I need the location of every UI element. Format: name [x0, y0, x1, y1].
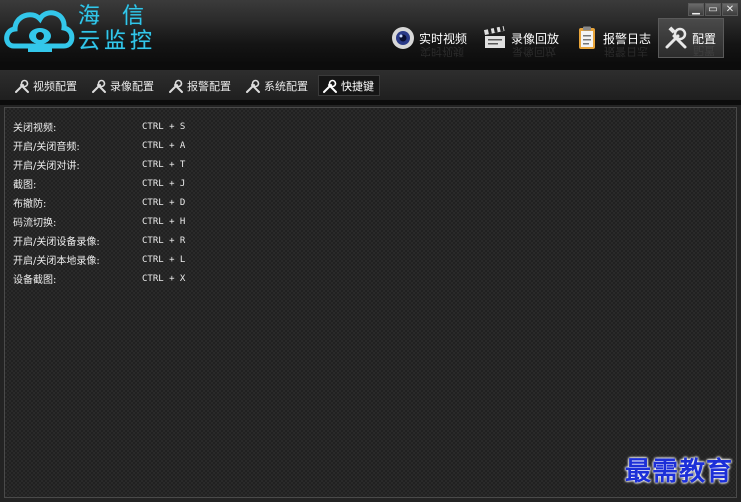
shortcut-key: CTRL + J — [142, 178, 186, 189]
shortcut-label: 开启/关闭本地录像: — [13, 256, 100, 267]
nav-playback-reflection: 录像回放 — [512, 45, 556, 58]
tab-shortcuts-label: 快捷键 — [341, 79, 374, 93]
tools-icon — [15, 79, 29, 93]
nav-alarm-log-reflection: 报警日志 — [604, 45, 648, 58]
shortcut-row: 设备截图: CTRL + X — [13, 269, 185, 288]
config-subtab-bar: 视频配置 录像配置 报警配置 系统配置 快捷键 — [0, 70, 741, 100]
shortcut-label: 截图: — [13, 180, 37, 191]
shortcut-label: 布撤防: — [13, 199, 47, 210]
nav-live-video[interactable]: 实时视频 实时视频 — [386, 18, 478, 58]
tab-alarm-config-label: 报警配置 — [187, 79, 231, 93]
logo-title-line2: 云监控 — [78, 29, 157, 54]
tools-icon — [92, 79, 106, 93]
nav-alarm-log[interactable]: 报警日志 报警日志 — [570, 18, 658, 58]
shortcut-label: 设备截图: — [13, 275, 57, 286]
tab-record-config-label: 录像配置 — [110, 79, 154, 93]
shortcut-key: CTRL + L — [142, 254, 186, 265]
cloud-camera-logo-icon — [4, 10, 75, 52]
shortcut-row: 开启/关闭设备录像: CTRL + R — [13, 231, 185, 250]
shortcut-label: 码流切换: — [13, 218, 57, 229]
clapperboard-icon — [483, 25, 505, 48]
shortcut-label: 关闭视频: — [13, 123, 57, 134]
toolbar-divider — [0, 100, 741, 105]
nav-live-video-label: 实时视频 — [419, 31, 468, 46]
shortcut-row: 关闭视频: CTRL + S — [13, 117, 185, 136]
restore-button[interactable]: ▭ — [705, 3, 721, 16]
tab-system-config-label: 系统配置 — [264, 79, 308, 93]
tab-video-config-label: 视频配置 — [33, 79, 77, 93]
tools-icon — [246, 79, 260, 93]
camera-lens-icon — [392, 27, 414, 49]
header-divider — [0, 62, 741, 70]
shortcut-row: 布撤防: CTRL + D — [13, 193, 185, 212]
shortcut-row: 开启/关闭音频: CTRL + A — [13, 136, 185, 155]
nav-alarm-log-label: 报警日志 — [603, 31, 652, 46]
window-controls: ▁ ▭ ✕ — [688, 3, 738, 16]
minimize-button[interactable]: ▁ — [688, 3, 704, 16]
shortcut-label: 开启/关闭设备录像: — [13, 237, 100, 248]
clipboard-icon — [579, 26, 595, 49]
nav-playback-label: 录像回放 — [511, 31, 560, 46]
nav-playback[interactable]: 录像回放 录像回放 — [478, 18, 570, 58]
close-button[interactable]: ✕ — [722, 3, 738, 16]
config-subtabs: 视频配置 录像配置 报警配置 系统配置 快捷键 — [10, 75, 380, 96]
shortcut-row: 开启/关闭对讲: CTRL + T — [13, 155, 185, 174]
shortcut-key: CTRL + D — [142, 197, 186, 208]
nav-live-video-reflection: 实时视频 — [420, 45, 464, 58]
shortcut-key: CTRL + R — [142, 235, 186, 246]
tab-system-config[interactable]: 系统配置 — [241, 75, 314, 96]
shortcut-panel: 关闭视频: CTRL + S 开启/关闭音频: CTRL + A 开启/关闭对讲… — [4, 107, 737, 498]
app-window: 海信 云监控 ▁ ▭ ✕ 实时视频 实时视频 录像回放 录像回放 报警日志 报警… — [0, 0, 741, 502]
nav-config-reflection: 配置 — [693, 44, 715, 57]
shortcut-key: CTRL + X — [142, 273, 186, 284]
tab-video-config[interactable]: 视频配置 — [10, 75, 83, 96]
shortcut-row: 开启/关闭本地录像: CTRL + L — [13, 250, 185, 269]
shortcut-key: CTRL + T — [142, 159, 186, 170]
shortcut-row: 截图: CTRL + J — [13, 174, 185, 193]
title-bar: 海信 云监控 ▁ ▭ ✕ 实时视频 实时视频 录像回放 录像回放 报警日志 报警… — [0, 0, 741, 62]
shortcut-key: CTRL + A — [142, 140, 186, 151]
tab-record-config[interactable]: 录像配置 — [87, 75, 160, 96]
shortcut-key: CTRL + S — [142, 121, 186, 132]
tools-icon — [169, 79, 183, 93]
tools-icon — [323, 79, 337, 93]
shortcut-label: 开启/关闭音频: — [13, 142, 80, 153]
shortcut-key: CTRL + H — [142, 216, 186, 227]
tab-shortcuts[interactable]: 快捷键 — [318, 75, 380, 96]
top-nav: 实时视频 实时视频 录像回放 录像回放 报警日志 报警日志 配置 配置 — [386, 18, 724, 58]
logo-title-line1: 海信 — [78, 4, 167, 29]
shortcut-label: 开启/关闭对讲: — [13, 161, 80, 172]
shortcut-list: 关闭视频: CTRL + S 开启/关闭音频: CTRL + A 开启/关闭对讲… — [13, 117, 185, 288]
nav-config[interactable]: 配置 配置 — [658, 18, 724, 58]
tools-icon — [665, 26, 687, 49]
shortcut-row: 码流切换: CTRL + H — [13, 212, 185, 231]
tab-alarm-config[interactable]: 报警配置 — [164, 75, 237, 96]
watermark-text: 最需教育 — [624, 457, 733, 487]
